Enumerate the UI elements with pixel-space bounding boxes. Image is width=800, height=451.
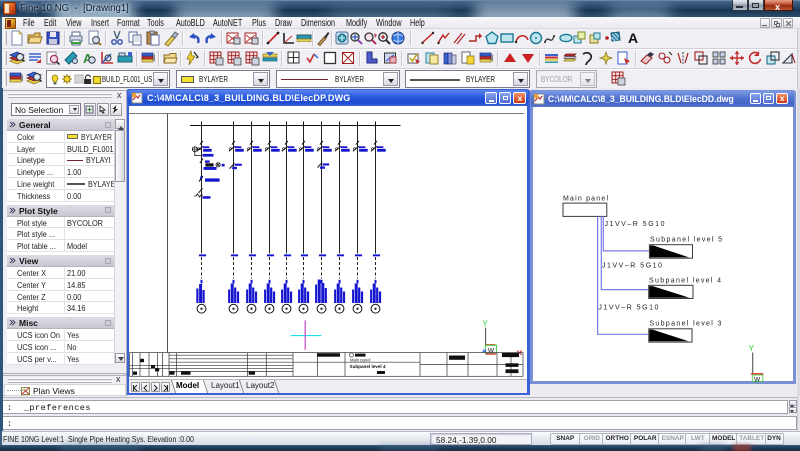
svg-text:A: A [628, 30, 638, 46]
